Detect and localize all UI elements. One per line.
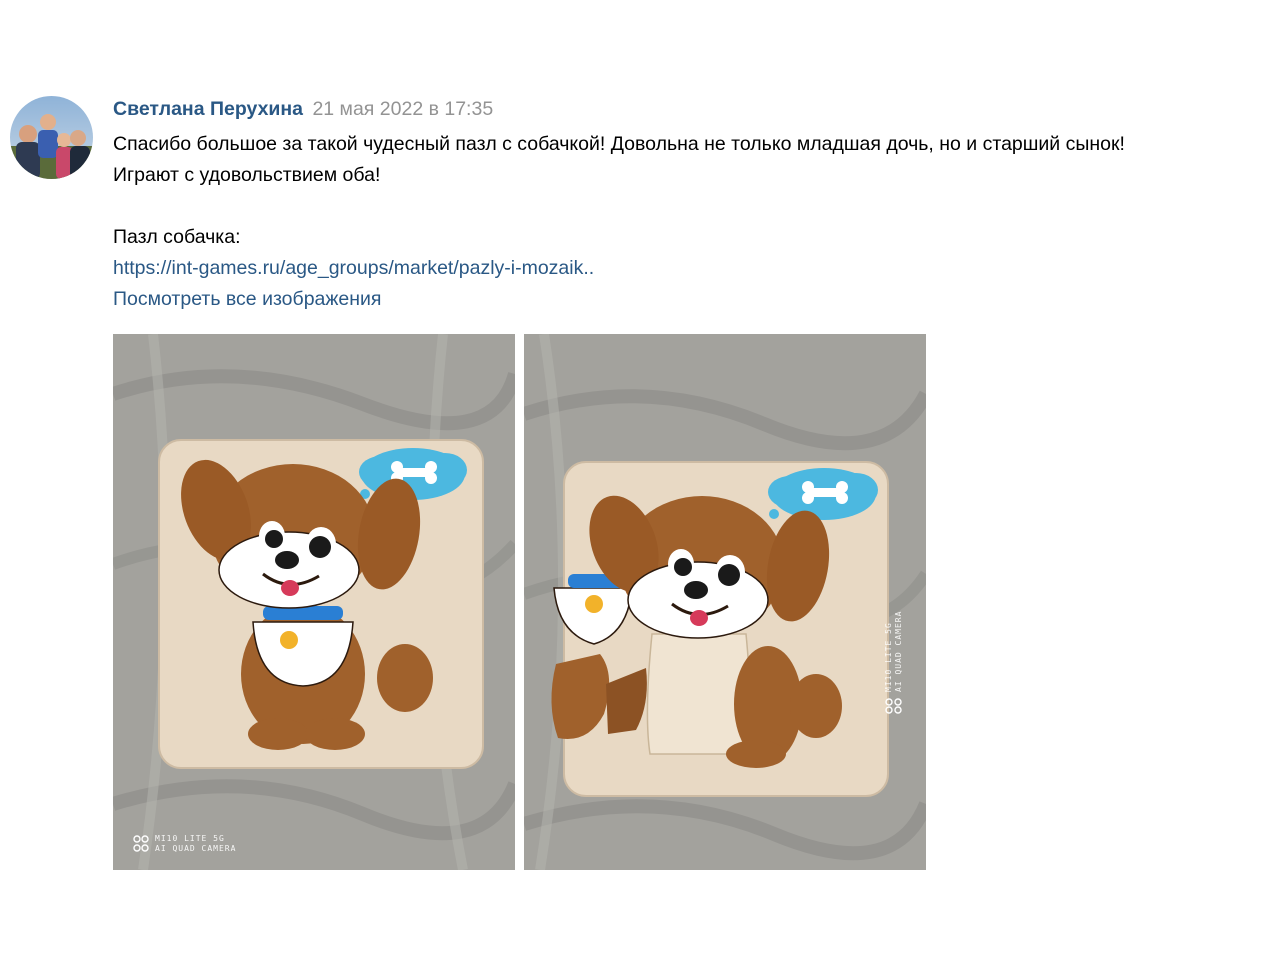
product-link[interactable]: https://int-games.ru/age_groups/market/p… [113, 257, 594, 279]
watermark-model: MI10 LITE 5G [155, 834, 225, 843]
author-name-link[interactable]: Светлана Перухина [113, 98, 303, 120]
camera-watermark-icon [885, 698, 902, 714]
watermark-camera: AI QUAD CAMERA [155, 844, 237, 853]
camera-watermark: MI10 LITE 5G AI QUAD CAMERA [884, 554, 904, 714]
post-text-line: Спасибо большое за такой чудесный пазл с… [113, 133, 1125, 155]
text-spacer [113, 191, 1273, 222]
watermark-model: MI10 LITE 5G [884, 622, 893, 692]
post-photo-partial-puzzle[interactable]: MI10 LITE 5G AI QUAD CAMERA [524, 334, 926, 870]
watermark-camera: AI QUAD CAMERA [894, 610, 903, 692]
camera-watermark: MI10 LITE 5G AI QUAD CAMERA [133, 834, 236, 854]
camera-watermark-icon [133, 835, 149, 852]
product-label: Пазл собачка: [113, 226, 241, 248]
post-text-line: Играют с удовольствием оба! [113, 164, 381, 186]
author-avatar[interactable] [10, 96, 93, 179]
post-text: Спасибо большое за такой чудесный пазл с… [113, 129, 1273, 315]
post-header: Светлана Перухина 21 мая 2022 в 17:35 [113, 96, 493, 122]
view-all-images-link[interactable]: Посмотреть все изображения [113, 288, 382, 310]
post-date-link[interactable]: 21 мая 2022 в 17:35 [312, 98, 493, 120]
wall-post: Светлана Перухина 21 мая 2022 в 17:35 Сп… [0, 0, 1280, 960]
post-photo-assembled-puzzle[interactable]: MI10 LITE 5G AI QUAD CAMERA [113, 334, 515, 870]
